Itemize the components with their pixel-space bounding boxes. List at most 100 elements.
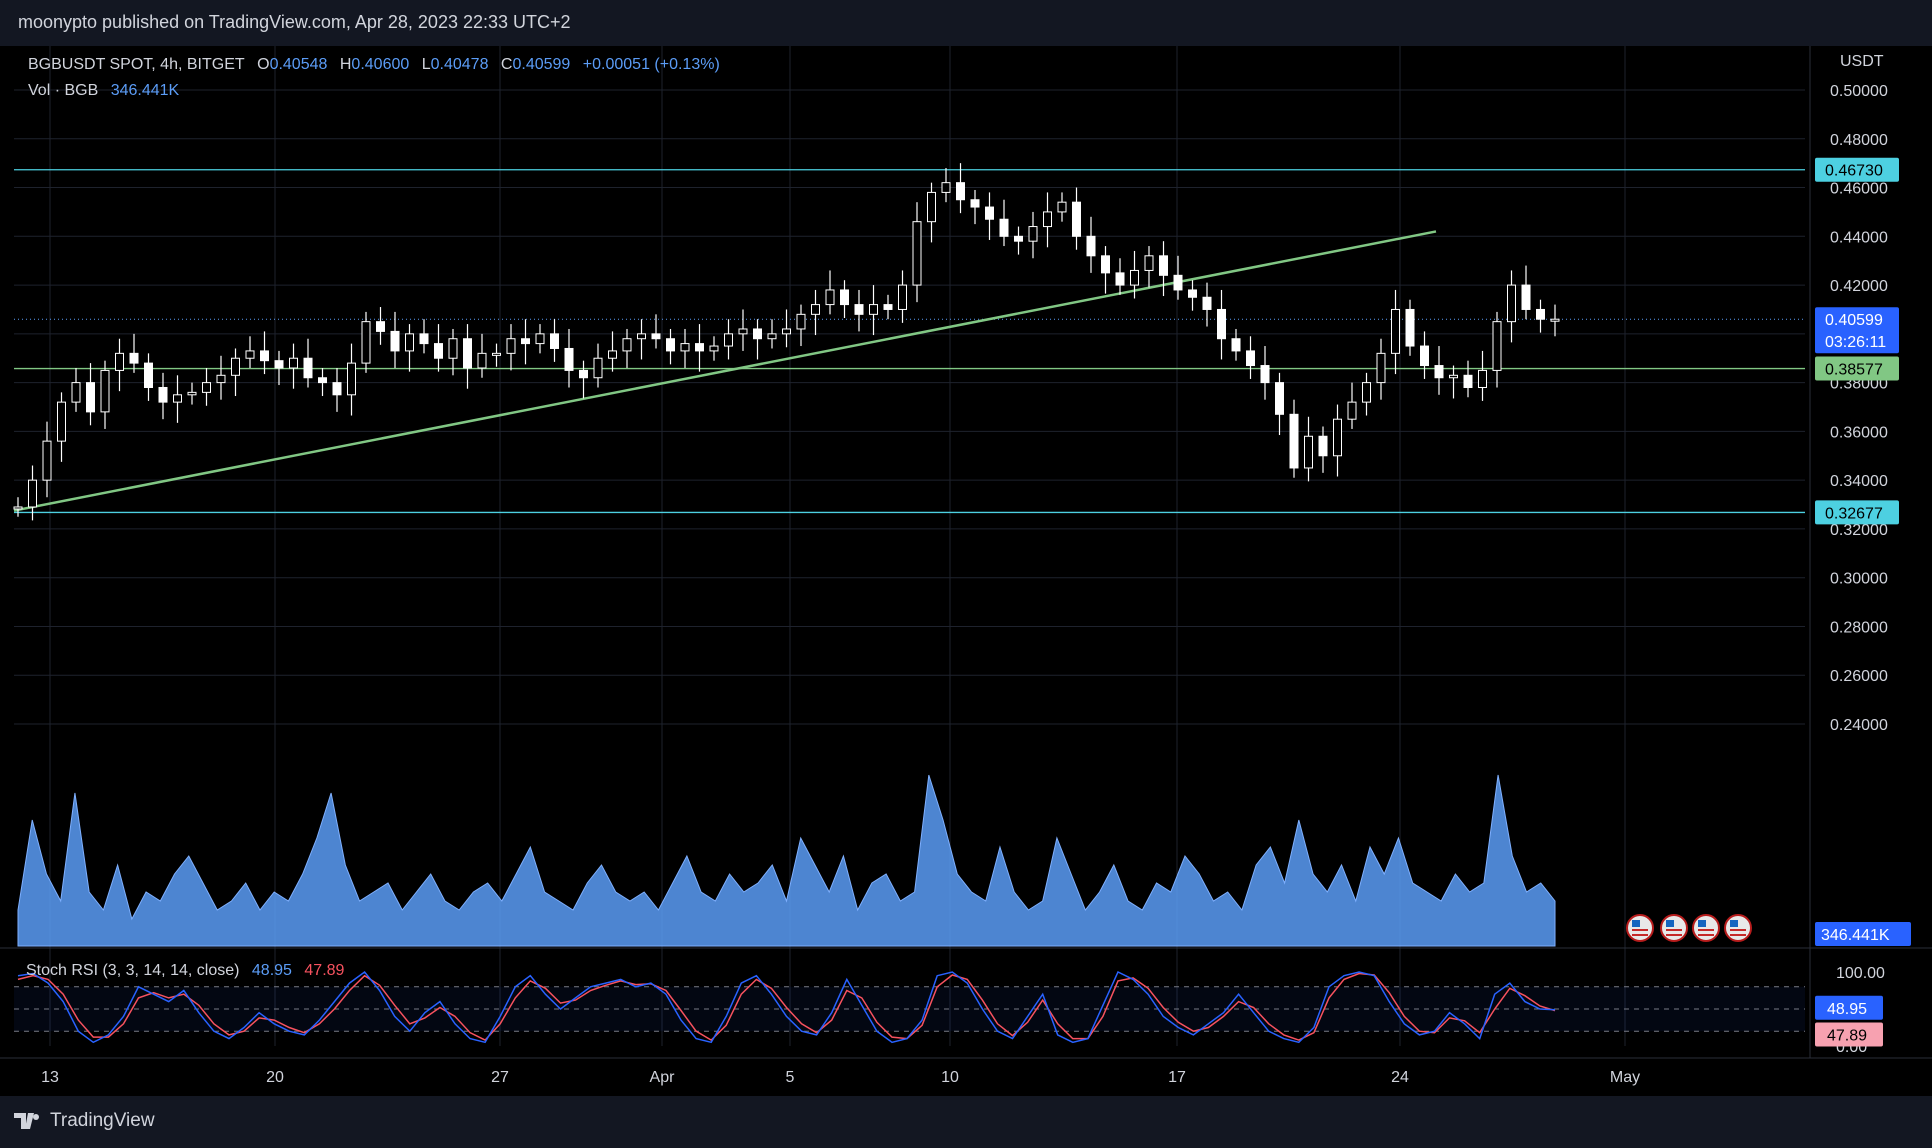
candle-down: [956, 182, 965, 201]
candle-down: [332, 382, 342, 396]
candle-down: [883, 304, 893, 310]
candle-down: [1318, 435, 1328, 457]
candle-up: [796, 313, 806, 330]
time-tick-label: 10: [941, 1069, 959, 1086]
candle-up: [738, 328, 748, 335]
flag-circle: [1692, 914, 1720, 942]
candle-down: [840, 289, 849, 306]
change-value: +0.00051 (+0.13%): [582, 56, 720, 73]
close-number: 0.40599: [512, 56, 571, 73]
volume-area: [17, 774, 1556, 947]
candle-down: [1173, 274, 1183, 291]
tradingview-logo[interactable]: TradingView: [14, 1110, 155, 1132]
candle-up: [608, 350, 617, 359]
candle-up: [622, 338, 632, 352]
candle-up: [231, 357, 240, 376]
candles-layer: [13, 163, 1560, 521]
candle-down: [1115, 272, 1125, 286]
candle-down: [550, 333, 559, 349]
flag-canton: [1666, 920, 1674, 927]
horizontal-levels: [14, 169, 1805, 514]
price-tick-label: 0.34000: [1830, 473, 1888, 490]
time-tick-label: 17: [1168, 1069, 1186, 1086]
top-bar: moonypto published on TradingView.com, A…: [0, 0, 1932, 46]
candle-up: [245, 350, 255, 359]
time-tick-label: 13: [41, 1069, 59, 1086]
candle-up: [1449, 374, 1458, 379]
flag-canton: [1698, 920, 1706, 927]
price-tick-label: 0.42000: [1830, 278, 1888, 295]
candle-down: [666, 338, 675, 352]
rsi-label: Stoch RSI (3, 3, 14, 14, close): [26, 962, 240, 979]
candle-up: [1376, 352, 1386, 384]
low-number: 0.40478: [430, 56, 489, 73]
footer-bar: TradingView: [0, 1096, 1932, 1148]
candle-up: [115, 352, 124, 371]
candle-down: [158, 386, 168, 403]
us-flag-icon: [1724, 914, 1752, 942]
price-tick-label: 0.26000: [1830, 668, 1888, 685]
candle-down: [390, 330, 400, 352]
chart-area[interactable]: 100.00 0.00 USDT 0.50000 0.48000 0.46000 0.44…: [0, 46, 1932, 1096]
candle-down: [318, 377, 327, 384]
price-label-text: 0.38577: [1825, 362, 1883, 379]
tradingview-logo-icon: [14, 1113, 39, 1129]
candle-down: [970, 199, 980, 208]
candle-down: [260, 350, 269, 362]
price-tick-label: 0.50000: [1830, 83, 1888, 100]
price-label-text: 0.40599: [1825, 312, 1883, 329]
candle-down: [695, 343, 704, 352]
candle-down: [1159, 255, 1168, 276]
time-tick-label: May: [1610, 1069, 1640, 1086]
candle-up: [1304, 435, 1313, 469]
close-label: C: [500, 56, 513, 73]
candle-down: [1434, 365, 1444, 379]
price-label-countdown: 03:26:11: [1825, 334, 1886, 351]
chart-svg[interactable]: 100.000.00 USDT0.500000.480000.460000.44…: [0, 46, 1932, 1096]
candle-up: [173, 394, 182, 403]
candle-up: [28, 479, 37, 508]
price-tick-label: 0.36000: [1830, 424, 1888, 441]
candle-down: [564, 347, 574, 371]
candle-down: [985, 206, 994, 220]
candle-up: [405, 333, 414, 352]
rsi-k-value: 48.95: [251, 962, 292, 979]
candle-up: [1333, 418, 1342, 457]
candle-up: [57, 401, 66, 442]
candle-up: [593, 357, 603, 379]
symbol-label: BGBUSDT SPOT, 4h, BITGET: [28, 56, 245, 73]
open-number: 0.40548: [269, 56, 328, 73]
candle-down: [579, 369, 588, 379]
candle-down: [274, 360, 284, 369]
candle-down: [1217, 308, 1226, 340]
candle-down: [434, 343, 443, 359]
low-value: L0.40478: [422, 56, 489, 73]
time-tick-label: 5: [786, 1069, 795, 1086]
candle-down: [86, 382, 95, 413]
candle-up: [477, 352, 487, 369]
candle-down: [1405, 308, 1415, 347]
low-label: L: [421, 56, 431, 73]
high-value: H0.40600: [340, 56, 409, 73]
candle-down: [1289, 413, 1299, 469]
flag-circle: [1626, 914, 1654, 942]
candle-down: [999, 218, 1009, 237]
candle-up: [637, 333, 646, 340]
time-tick-label: 24: [1391, 1069, 1409, 1086]
us-flag-icon: [1692, 914, 1720, 942]
us-flag-icon: [1660, 914, 1688, 942]
flag-circle: [1724, 914, 1752, 942]
price-tick-label: 0.30000: [1830, 571, 1888, 588]
candle-up: [709, 345, 719, 352]
candle-up: [361, 321, 371, 364]
flag-circle: [1660, 914, 1688, 942]
candle-down: [1014, 235, 1023, 242]
price-tick-label: 0.46000: [1830, 181, 1888, 198]
candle-up: [448, 338, 458, 359]
time-tick-label: 27: [491, 1069, 509, 1086]
price-tick-label: 0.28000: [1830, 619, 1888, 636]
vol-label: Vol · BGB: [28, 82, 99, 99]
high-number: 0.40600: [351, 56, 410, 73]
rsi-legend: Stoch RSI (3, 3, 14, 14, close) 48.95 47…: [26, 962, 352, 980]
candle-up: [1492, 321, 1502, 371]
